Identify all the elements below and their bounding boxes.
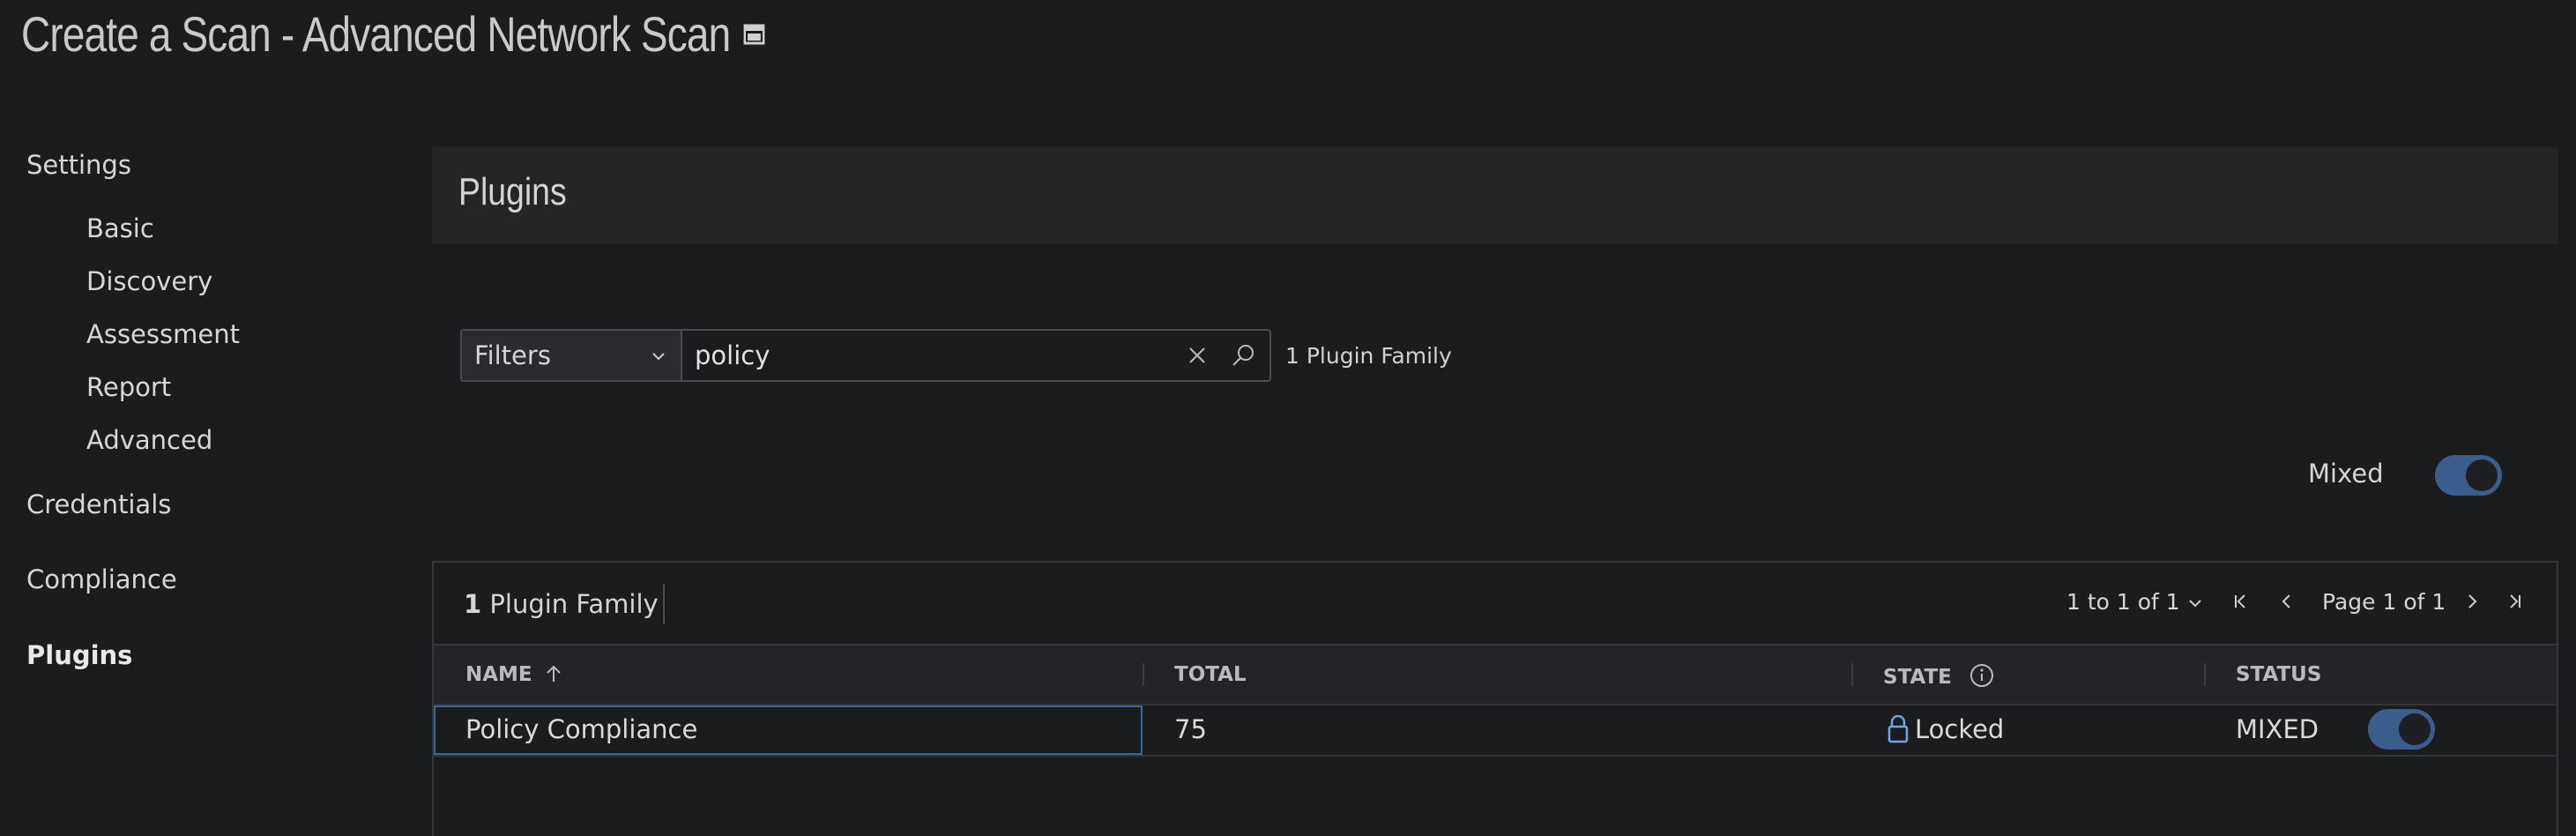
- external-window-icon[interactable]: [743, 23, 765, 46]
- column-divider: [2204, 663, 2206, 686]
- page-indicator: Page 1 of 1: [2322, 589, 2446, 615]
- chevron-down-icon: [649, 347, 668, 366]
- last-page-icon[interactable]: [2504, 591, 2525, 612]
- sidebar-item-discovery[interactable]: Discovery: [86, 266, 212, 296]
- filter-bar: Filters: [460, 329, 1271, 382]
- column-header-state-label: STATE: [1883, 666, 1952, 689]
- row-total: 75: [1174, 714, 1207, 744]
- next-page-icon[interactable]: [2461, 591, 2483, 612]
- row-state: Locked: [1887, 714, 2004, 744]
- column-divider: [1143, 663, 1144, 686]
- sidebar-item-assessment[interactable]: Assessment: [86, 319, 240, 349]
- chevron-down-icon: [2188, 600, 2201, 608]
- column-divider: [1851, 663, 1853, 686]
- row-status-toggle[interactable]: [2368, 709, 2435, 750]
- toggle-knob: [2399, 713, 2431, 745]
- page-range-dropdown[interactable]: 1 to 1 of 1: [2066, 589, 2203, 615]
- search-input[interactable]: [695, 338, 1153, 373]
- previous-page-icon[interactable]: [2276, 591, 2297, 612]
- filters-dropdown[interactable]: Filters: [462, 331, 682, 380]
- column-header-status[interactable]: STATUS: [2236, 663, 2321, 686]
- page-range-label: 1 to 1 of 1: [2066, 589, 2180, 615]
- close-icon[interactable]: [1185, 343, 1210, 368]
- sidebar-item-basic[interactable]: Basic: [86, 213, 154, 243]
- table-row[interactable]: Policy Compliance 75 Locked MIXED: [434, 705, 2557, 757]
- sidebar-item-advanced[interactable]: Advanced: [86, 425, 212, 455]
- filter-result-count: 1 Plugin Family: [1285, 343, 1452, 369]
- page-title-text: Create a Scan - Advanced Network Scan: [21, 6, 731, 62]
- table-toolbar: 1 Plugin Family 1 to 1 of 1 Page 1 of 1: [434, 563, 2557, 646]
- plugins-heading: Plugins: [458, 170, 567, 213]
- plugins-header: Plugins: [432, 147, 2558, 244]
- table-header: NAME TOTAL STATE STATUS: [434, 646, 2557, 705]
- column-header-name[interactable]: NAME: [465, 663, 562, 686]
- mixed-label: Mixed: [2308, 459, 2384, 489]
- sidebar-item-report[interactable]: Report: [86, 372, 171, 402]
- row-state-label: Locked: [1915, 714, 2005, 744]
- toggle-knob: [2466, 459, 2498, 491]
- first-page-icon[interactable]: [2230, 591, 2252, 612]
- row-status: MIXED: [2236, 714, 2319, 744]
- sidebar-item-compliance[interactable]: Compliance: [26, 564, 177, 594]
- page-title: Create a Scan - Advanced Network Scan: [21, 5, 765, 63]
- sidebar-item-settings[interactable]: Settings: [26, 150, 131, 180]
- column-header-state[interactable]: STATE: [1883, 663, 1994, 689]
- lock-icon: [1887, 714, 1909, 743]
- search-icon[interactable]: [1229, 341, 1257, 369]
- row-name[interactable]: Policy Compliance: [465, 714, 697, 744]
- table-family-count: 1 Plugin Family: [464, 589, 659, 619]
- filters-label: Filters: [474, 340, 551, 370]
- toolbar-divider: [663, 584, 665, 624]
- sort-ascending-icon: [546, 665, 561, 682]
- plugin-families-table: 1 Plugin Family 1 to 1 of 1 Page 1 of 1 …: [432, 561, 2558, 836]
- sidebar-item-plugins[interactable]: Plugins: [26, 640, 132, 670]
- sidebar-item-credentials[interactable]: Credentials: [26, 489, 171, 519]
- family-count-number: 1: [464, 589, 482, 619]
- info-icon[interactable]: [1969, 663, 1994, 688]
- column-header-name-label: NAME: [465, 663, 532, 686]
- column-header-total[interactable]: TOTAL: [1174, 663, 1247, 686]
- family-count-label: Plugin Family: [489, 589, 659, 619]
- global-toggle[interactable]: [2435, 455, 2502, 496]
